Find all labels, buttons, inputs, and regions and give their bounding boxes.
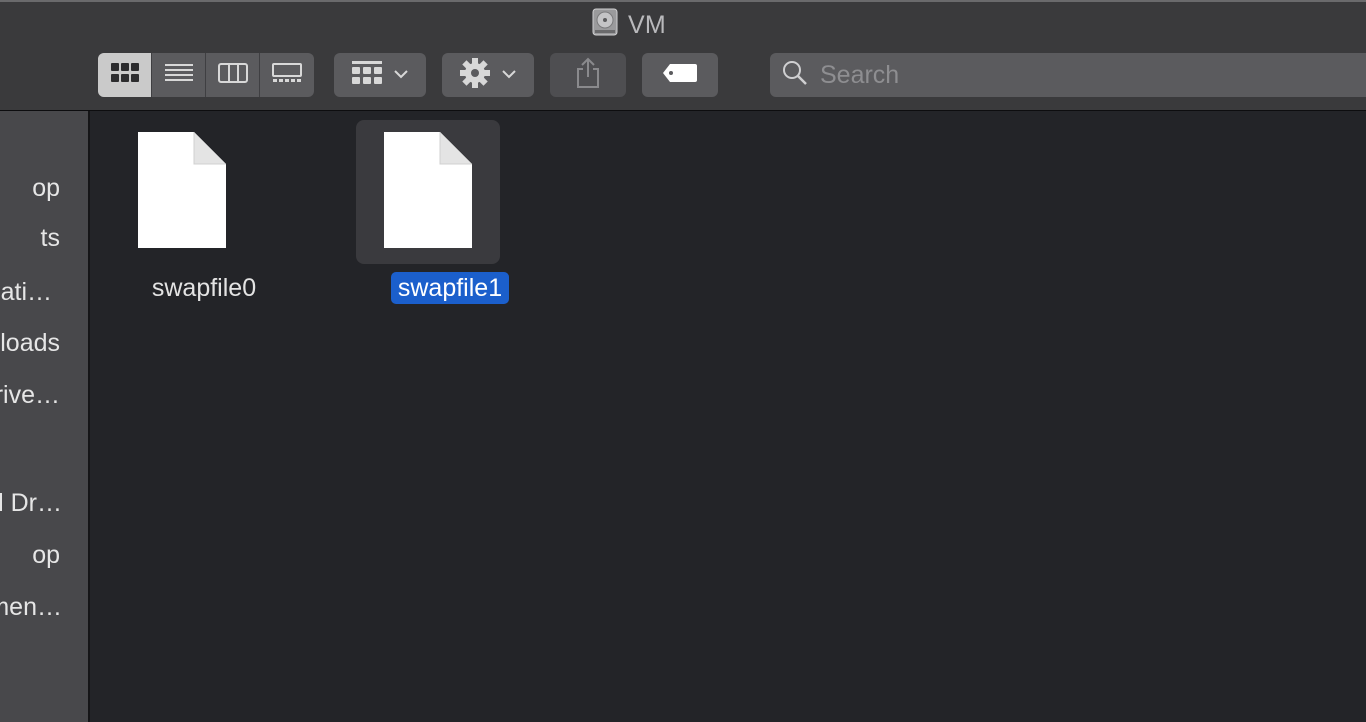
chevron-down-icon xyxy=(394,66,408,84)
list-lines-icon xyxy=(164,63,193,88)
chevron-down-icon xyxy=(502,66,516,84)
gear-icon xyxy=(460,57,490,93)
sidebar-item-icloud-desktop[interactable]: op xyxy=(32,540,60,570)
window-title: VM xyxy=(0,8,1258,42)
document-icon xyxy=(136,130,228,255)
hard-disk-icon xyxy=(592,8,618,43)
icon-view-button[interactable] xyxy=(98,53,152,97)
file-item[interactable]: swapfile0 xyxy=(87,119,257,309)
title-text: VM xyxy=(627,10,667,39)
sidebar: op ts cati… loads rive… l Dr… op men… xyxy=(0,111,90,722)
tags-button[interactable] xyxy=(642,53,718,97)
document-icon xyxy=(382,130,474,255)
search-icon xyxy=(782,60,808,91)
sidebar-item-applications[interactable]: cati… xyxy=(0,277,52,307)
file-name: swapfile1 xyxy=(333,272,567,304)
gallery-icon xyxy=(272,62,302,88)
share-icon xyxy=(576,57,600,94)
file-icon-container xyxy=(356,120,500,264)
file-browser-content: swapfile0 swapfile1 xyxy=(90,111,1366,722)
search-field[interactable] xyxy=(770,53,1366,97)
view-mode-control xyxy=(98,53,314,97)
action-menu-button[interactable] xyxy=(442,53,534,97)
list-view-button[interactable] xyxy=(152,53,206,97)
icon-grid-icon xyxy=(110,62,139,88)
file-icon-container xyxy=(110,120,254,264)
gallery-view-button[interactable] xyxy=(260,53,314,97)
sidebar-item-desktop[interactable]: op xyxy=(32,173,60,203)
column-view-button[interactable] xyxy=(206,53,260,97)
toolbar: VM xyxy=(0,0,1366,111)
sidebar-item-downloads[interactable]: loads xyxy=(0,328,60,358)
group-grid-icon xyxy=(352,60,382,90)
file-item-selected[interactable]: swapfile1 xyxy=(333,119,510,309)
sidebar-item-documents[interactable]: ts xyxy=(41,223,60,253)
sidebar-item-icloud-documents[interactable]: men… xyxy=(0,592,62,622)
search-input[interactable] xyxy=(818,59,1342,91)
sidebar-item-drive[interactable]: rive… xyxy=(0,380,60,410)
share-button[interactable] xyxy=(550,53,626,97)
sidebar-item-icloud-drive[interactable]: l Dr… xyxy=(0,488,62,518)
columns-icon xyxy=(217,62,248,88)
group-by-button[interactable] xyxy=(334,53,426,97)
finder-window: VM Search op ts ati… loads rive… l Dr… o… xyxy=(0,0,1366,722)
file-name: swapfile0 xyxy=(151,274,257,302)
tag-icon xyxy=(662,63,698,88)
